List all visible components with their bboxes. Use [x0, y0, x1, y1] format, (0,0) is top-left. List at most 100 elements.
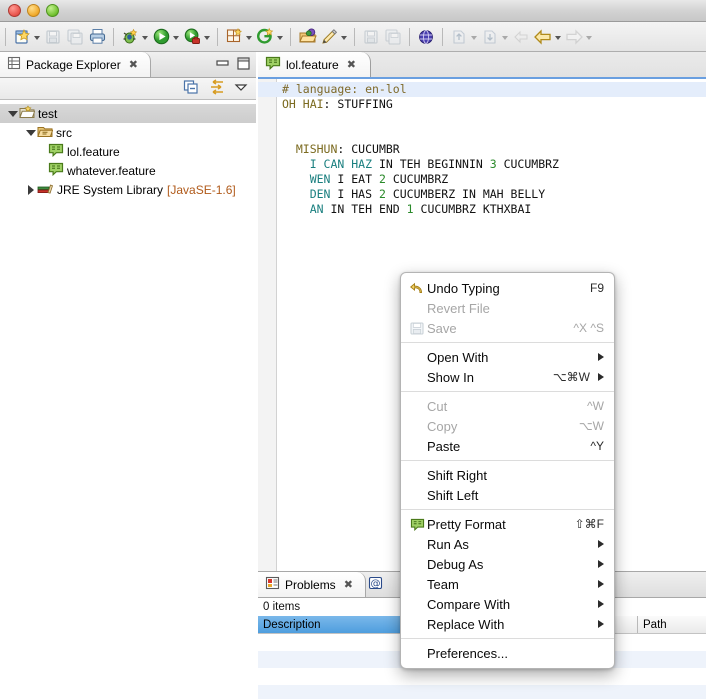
menu-item-shift-left[interactable]: Shift Left — [401, 485, 614, 505]
menu-item-label: Preferences... — [427, 645, 508, 661]
tab-problems[interactable]: Problems ✖ — [258, 572, 366, 597]
new-file-icon[interactable] — [11, 26, 33, 48]
table-row[interactable] — [258, 685, 706, 699]
close-icon[interactable]: ✖ — [129, 58, 138, 71]
submenu-arrow-icon[interactable] — [598, 560, 604, 568]
tree-item-suffix: [JavaSE-1.6] — [167, 182, 236, 197]
menu-item-label: Shift Right — [427, 467, 487, 483]
new-package-icon[interactable] — [223, 26, 245, 48]
chevron-down-icon[interactable] — [554, 27, 563, 47]
editor-tab-bar: lol.feature ✖ — [258, 52, 706, 79]
chevron-down-icon[interactable] — [276, 27, 285, 47]
menu-item-revert-file: Revert File — [401, 298, 614, 318]
menu-item-shift-right[interactable]: Shift Right — [401, 465, 614, 485]
open-type-icon[interactable] — [296, 26, 318, 48]
minimize-view-icon[interactable] — [215, 56, 230, 73]
code-token: 3 — [489, 157, 497, 171]
menu-item-label: Paste — [427, 438, 461, 454]
back-arrow-icon[interactable] — [532, 26, 554, 48]
tree-item-test[interactable]: test — [0, 104, 256, 123]
code-token: CUCUMBRZ KTHXBAI — [413, 202, 532, 216]
code-line: # language: en-lol — [258, 82, 706, 97]
menu-item-open-with[interactable]: Open With — [401, 347, 614, 367]
submenu-arrow-icon[interactable] — [598, 600, 604, 608]
menu-separator — [401, 342, 614, 343]
menu-item-paste[interactable]: Paste ^Y — [401, 436, 614, 456]
menu-item-preferences[interactable]: Preferences... — [401, 643, 614, 663]
code-token: WEN — [309, 172, 331, 186]
submenu-arrow-icon[interactable] — [598, 353, 604, 361]
menu-separator — [401, 638, 614, 639]
tree-item-src[interactable]: src — [0, 123, 256, 142]
code-token: AN — [309, 202, 324, 216]
column-header-path[interactable]: Path — [638, 616, 706, 633]
globe-icon[interactable] — [415, 26, 437, 48]
menu-item-undo-typing[interactable]: Undo Typing F9 — [401, 278, 614, 298]
close-window-button[interactable] — [8, 4, 21, 17]
menu-item-label: Compare With — [427, 596, 511, 612]
new-class-icon[interactable] — [254, 26, 276, 48]
table-row[interactable] — [258, 668, 706, 685]
external-tools-icon[interactable] — [181, 26, 203, 48]
chevron-down-icon[interactable] — [141, 27, 150, 47]
tree-item-label: JRE System Library — [57, 182, 164, 197]
menu-item-shortcut: ⇧⌘F — [574, 517, 604, 531]
menu-item-label: Debug As — [427, 556, 484, 572]
code-token: CUCUMBRZ — [496, 157, 559, 171]
menu-item-label: Team — [427, 576, 459, 592]
submenu-arrow-icon[interactable] — [598, 540, 604, 548]
menu-item-shortcut: ^X ^S — [573, 321, 604, 335]
editor-context-menu[interactable]: Undo Typing F9 Revert File Save ^X ^S Open Wi… — [400, 272, 615, 669]
main-toolbar — [0, 22, 706, 52]
link-with-editor-icon[interactable] — [208, 79, 226, 98]
chevron-down-icon[interactable] — [245, 27, 254, 47]
toolbar-separator — [5, 27, 6, 46]
code-token: 2 — [378, 187, 386, 201]
tab-package-explorer[interactable]: Package Explorer ✖ — [0, 52, 151, 77]
chevron-down-icon[interactable] — [203, 27, 212, 47]
chevron-down-icon[interactable] — [340, 27, 349, 47]
chevron-down-icon[interactable] — [172, 27, 181, 47]
collapse-all-icon[interactable] — [183, 79, 200, 98]
save-all-icon — [64, 26, 86, 48]
menu-item-debug-as[interactable]: Debug As — [401, 554, 614, 574]
menu-item-compare-with[interactable]: Compare With — [401, 594, 614, 614]
maximize-window-button[interactable] — [46, 4, 59, 17]
debug-icon[interactable] — [119, 26, 141, 48]
print-icon[interactable] — [86, 26, 108, 48]
next-annotation-icon — [479, 26, 501, 48]
tree-item-jre-system-library[interactable]: JRE System Library [JavaSE-1.6] — [0, 180, 256, 199]
maximize-view-icon[interactable] — [236, 56, 251, 73]
menu-item-show-in[interactable]: Show In ⌥⌘W — [401, 367, 614, 387]
menu-item-label: Replace With — [427, 616, 505, 632]
view-window-buttons — [215, 56, 251, 73]
submenu-arrow-icon[interactable] — [598, 620, 604, 628]
close-icon[interactable]: ✖ — [347, 58, 356, 71]
chevron-down-icon[interactable] — [33, 27, 42, 47]
tree-item-lol-feature[interactable]: lol.feature — [0, 142, 256, 161]
menu-item-replace-with[interactable]: Replace With — [401, 614, 614, 634]
submenu-arrow-icon[interactable] — [598, 580, 604, 588]
chevron-right-icon[interactable] — [24, 183, 37, 196]
menu-item-team[interactable]: Team — [401, 574, 614, 594]
menu-item-run-as[interactable]: Run As — [401, 534, 614, 554]
menu-item-pretty-format[interactable]: Pretty Format ⇧⌘F — [401, 514, 614, 534]
window-controls — [8, 4, 59, 17]
tab-javadoc[interactable]: @ — [361, 572, 400, 597]
close-icon[interactable]: ✖ — [344, 578, 353, 591]
chevron-down-icon[interactable] — [24, 126, 37, 139]
search-pencil-icon[interactable] — [318, 26, 340, 48]
tab-lol-feature[interactable]: lol.feature ✖ — [258, 52, 371, 77]
chevron-down-icon[interactable] — [6, 107, 19, 120]
code-token: 2 — [378, 172, 386, 186]
tree-item-label: whatever.feature — [67, 163, 156, 178]
feature-file-icon — [48, 143, 64, 160]
code-token: IN TEH BEGINNIN — [372, 157, 490, 171]
tree-item-whatever-feature[interactable]: whatever.feature — [0, 161, 256, 180]
submenu-arrow-icon[interactable] — [598, 373, 604, 381]
run-icon[interactable] — [150, 26, 172, 48]
minimize-window-button[interactable] — [27, 4, 40, 17]
code-line: DEN I HAS 2 CUCUMBERZ IN MAH BELLY — [258, 187, 706, 202]
view-menu-icon[interactable] — [234, 80, 248, 97]
